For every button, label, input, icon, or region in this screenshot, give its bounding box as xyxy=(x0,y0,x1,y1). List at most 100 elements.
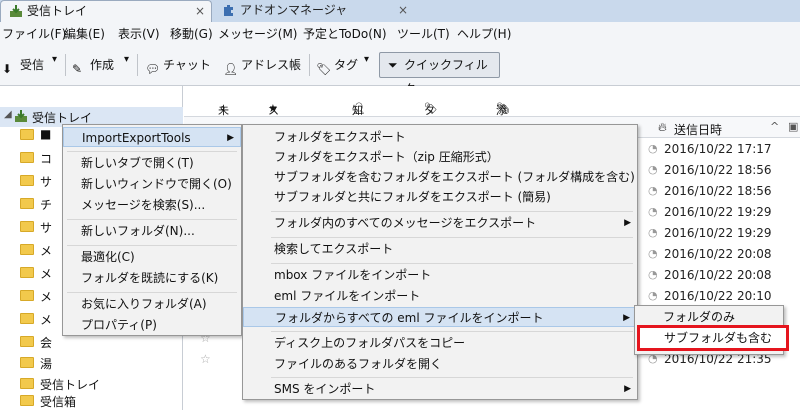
menuitem-folder-only[interactable]: フォルダのみ xyxy=(635,307,783,327)
folder-item-label[interactable]: サ xyxy=(40,219,52,236)
menuitem-importexporttools[interactable]: ImportExportTools ▶ xyxy=(63,127,241,147)
quickfilter-button[interactable]: ⏷ クイックフィルタ xyxy=(379,52,500,96)
message-date: 2016/10/22 19:29 xyxy=(664,205,772,219)
folder-item-label[interactable]: メ xyxy=(40,242,52,259)
submenu-arrow-icon: ▶ xyxy=(624,218,631,228)
chevron-down-icon[interactable]: ▾ xyxy=(124,54,129,65)
read-status-icon[interactable]: ◔ xyxy=(648,226,658,239)
message-date: 2016/10/22 20:08 xyxy=(664,268,772,282)
menuitem-favorite[interactable]: お気に入りフォルダ(A) xyxy=(63,294,241,314)
menuitem-open-new-window[interactable]: 新しいウィンドウで開く(O) xyxy=(63,174,241,194)
folder-item-label[interactable]: メ xyxy=(40,311,52,328)
menuitem-import-all-eml[interactable]: フォルダからすべての eml ファイルをインポート ▶ xyxy=(243,307,637,327)
toolbar-separator xyxy=(65,54,66,76)
column-date[interactable]: 送信日時 xyxy=(674,121,722,138)
read-status-icon[interactable]: ◔ xyxy=(648,205,658,218)
menuitem-new-folder[interactable]: 新しいフォルダ(N)... xyxy=(63,221,241,241)
receive-button[interactable]: ⬇ 受信 xyxy=(2,54,44,76)
close-icon[interactable]: × xyxy=(195,1,205,21)
tag-icon: 🏷︎ xyxy=(316,62,332,76)
submenu-arrow-icon: ▶ xyxy=(227,133,234,143)
menuitem-export-all-messages[interactable]: フォルダ内のすべてのメッセージをエクスポート ▶ xyxy=(243,213,637,233)
column-picker-icon[interactable]: ▣ xyxy=(788,120,798,133)
folder-item-label[interactable]: 受信箱 xyxy=(40,393,76,410)
menu-message[interactable]: メッセージ(M) xyxy=(218,25,297,42)
menu-file[interactable]: ファイル(F) xyxy=(2,25,66,42)
filter-icon: ⏷ xyxy=(388,58,398,72)
menu-edit[interactable]: 編集(E) xyxy=(64,25,105,42)
read-status-icon[interactable]: ◔ xyxy=(648,268,658,281)
menuitem-export-with-subfolders[interactable]: サブフォルダを含むフォルダをエクスポート (フォルダ構成を含む) xyxy=(243,167,637,187)
folder-item-label[interactable]: 湯 xyxy=(40,355,52,372)
menuitem-properties[interactable]: プロパティ(P) xyxy=(63,315,241,335)
folder-icon xyxy=(20,175,34,186)
folder-item-label[interactable]: ■ xyxy=(40,127,51,141)
folder-icon xyxy=(20,395,34,406)
menu-separator xyxy=(271,211,633,212)
puzzle-icon xyxy=(224,5,233,16)
menuitem-import-sms[interactable]: SMS をインポート ▶ xyxy=(243,379,637,399)
folder-item-label[interactable]: メ xyxy=(40,265,52,282)
toolbar-separator xyxy=(137,54,138,76)
menuitem-search-export[interactable]: 検索してエクスポート xyxy=(243,239,637,259)
compose-button[interactable]: ✎ 作成 xyxy=(72,54,114,76)
menu-tools[interactable]: ツール(T) xyxy=(397,25,450,42)
folder-icon xyxy=(20,221,34,232)
pencil-icon: ✎ xyxy=(72,62,83,76)
menubar: ファイル(F) 編集(E) 表示(V) 移動(G) メッセージ(M) 予定とTo… xyxy=(0,22,800,44)
folder-item-label[interactable]: コ xyxy=(40,150,52,167)
star-icon[interactable]: ☆ xyxy=(200,352,211,366)
menu-go[interactable]: 移動(G) xyxy=(170,25,213,42)
read-status-icon[interactable]: ◔ xyxy=(648,142,658,155)
tab-inbox[interactable]: 受信トレイ × xyxy=(0,0,212,22)
folder-item-label[interactable]: サ xyxy=(40,173,52,190)
menuitem-export-folder-zip[interactable]: フォルダをエクスポート（zip 圧縮形式） xyxy=(243,147,637,167)
sort-arrow-icon[interactable]: ^ xyxy=(770,120,779,133)
folder-icon xyxy=(20,290,34,301)
menuitem-open-new-tab[interactable]: 新しいタブで開く(T) xyxy=(63,153,241,173)
folder-item-label[interactable]: メ xyxy=(40,288,52,305)
close-icon[interactable]: × xyxy=(398,0,408,20)
folder-item-label[interactable]: 会 xyxy=(40,334,52,351)
folder-item-label[interactable]: 受信トレイ xyxy=(40,376,100,393)
submenu-arrow-icon: ▶ xyxy=(623,313,630,323)
menuitem-mark-read[interactable]: フォルダを既読にする(K) xyxy=(63,268,241,288)
folder-icon xyxy=(20,244,34,255)
menuitem-import-mbox[interactable]: mbox ファイルをインポート xyxy=(243,265,637,285)
folder-item-label[interactable]: チ xyxy=(40,196,52,213)
menuitem-search-messages[interactable]: メッセージを検索(S)... xyxy=(63,195,241,215)
menu-separator xyxy=(271,237,633,238)
menuitem-export-folder[interactable]: フォルダをエクスポート xyxy=(243,127,637,147)
read-status-icon[interactable]: ◔ xyxy=(648,289,658,302)
chat-bubble-icon: 💬︎ xyxy=(145,62,161,76)
read-status-icon[interactable]: ◔ xyxy=(648,247,658,260)
menuitem-copy-folder-path[interactable]: ディスク上のフォルダパスをコピー xyxy=(243,333,637,353)
tab-addon-manager[interactable]: アドオンマネージャ × xyxy=(214,0,414,22)
menu-view[interactable]: 表示(V) xyxy=(118,25,160,42)
menuitem-include-subfolders[interactable]: サブフォルダも含む xyxy=(637,325,789,351)
menuitem-compact[interactable]: 最適化(C) xyxy=(63,247,241,267)
submenu-arrow-icon: ▶ xyxy=(624,384,631,394)
folder-icon xyxy=(20,357,34,368)
menu-events-todo[interactable]: 予定とToDo(N) xyxy=(303,25,387,42)
addressbook-button[interactable]: 👤︎ アドレス帳 xyxy=(223,54,301,76)
menuitem-export-with-subfolders-simple[interactable]: サブフォルダと共にフォルダをエクスポート (簡易) xyxy=(243,187,637,207)
menuitem-open-file-folder[interactable]: ファイルのあるフォルダを開く xyxy=(243,354,637,374)
chevron-down-icon[interactable]: ▾ xyxy=(52,54,57,65)
menuitem-import-eml[interactable]: eml ファイルをインポート xyxy=(243,286,637,306)
menu-help[interactable]: ヘルプ(H) xyxy=(457,25,511,42)
tag-button[interactable]: 🏷︎ タグ xyxy=(316,54,358,76)
message-date: 2016/10/22 18:56 xyxy=(664,163,772,177)
flame-icon[interactable]: 🔥︎ xyxy=(658,120,667,135)
collapse-icon[interactable]: ◢ xyxy=(4,109,12,120)
chat-button[interactable]: 💬︎ チャット xyxy=(145,54,211,76)
chevron-down-icon[interactable]: ▾ xyxy=(364,54,369,65)
menu-separator xyxy=(271,331,633,332)
folder-icon xyxy=(20,267,34,278)
folder-icon xyxy=(20,378,34,389)
message-date: 2016/10/22 17:17 xyxy=(664,142,772,156)
folder-icon xyxy=(20,336,34,347)
read-status-icon[interactable]: ◔ xyxy=(648,163,658,176)
menu-separator xyxy=(67,245,237,246)
read-status-icon[interactable]: ◔ xyxy=(648,184,658,197)
